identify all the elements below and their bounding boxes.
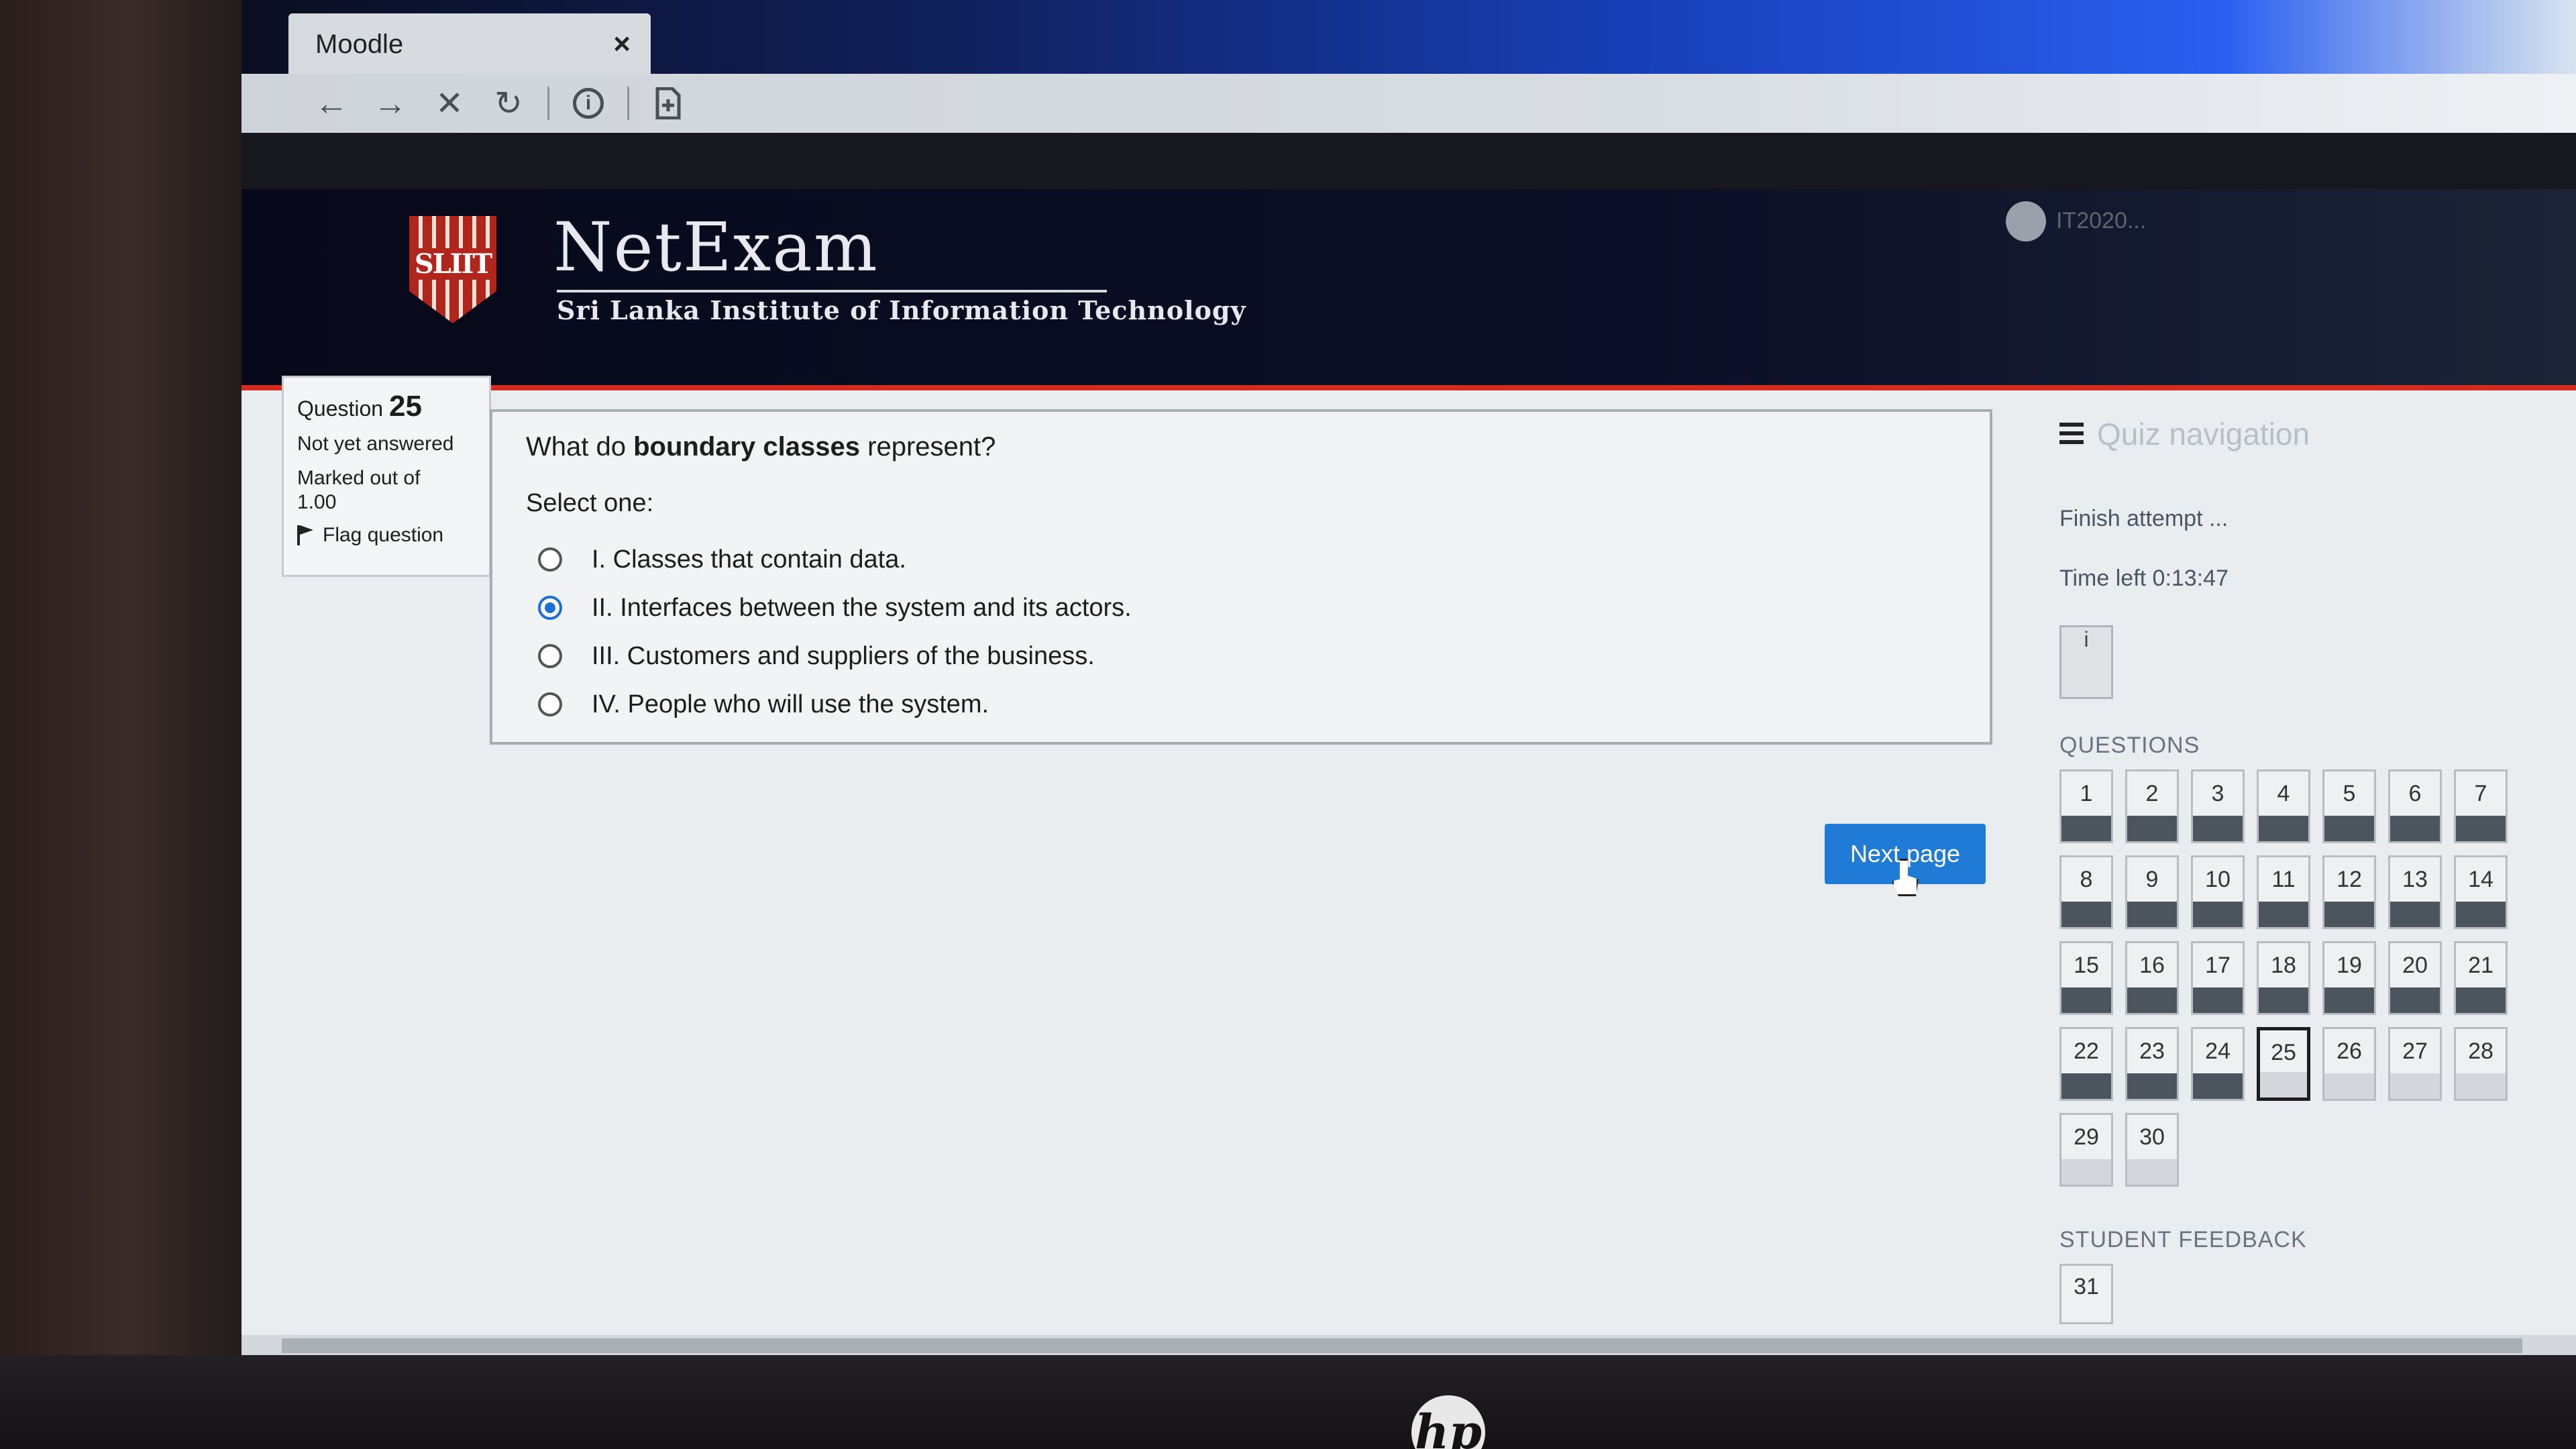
info-icon: i <box>573 88 604 119</box>
laptop-screen: Moodle × ← → ✕ ↻ i SLIIT NetExam Sri Lan… <box>241 0 2576 1362</box>
question-text-bold: boundary classes <box>633 432 861 462</box>
question-nav-button[interactable]: 9 <box>2125 855 2179 929</box>
info-cell[interactable]: i <box>2059 625 2113 699</box>
browser-tab[interactable]: Moodle × <box>288 13 651 75</box>
flag-question-button[interactable]: Flag question <box>297 524 476 547</box>
quiz-navigation-header: Quiz navigation <box>2059 416 2576 452</box>
question-nav-button[interactable]: 30 <box>2125 1113 2179 1187</box>
feedback-question-button[interactable]: 31 <box>2059 1264 2113 1324</box>
flag-icon <box>297 525 315 545</box>
question-nav-button[interactable]: 8 <box>2059 855 2113 929</box>
laptop-bezel <box>0 1355 2576 1449</box>
question-nav-button[interactable]: 3 <box>2191 769 2245 843</box>
student-feedback-heading: STUDENT FEEDBACK <box>2059 1227 2307 1252</box>
question-nav-button[interactable]: 11 <box>2257 855 2310 929</box>
quiz-navigation-panel: Quiz navigation Finish attempt ... Time … <box>2059 416 2576 1355</box>
brand-title: NetExam <box>553 208 879 286</box>
question-grid: 1 2 3 4 5 6 7 8 9 10 11 12 13 14 15 16 17 18 19 20 21 22 23 24 2… <box>2059 769 2576 1187</box>
finish-attempt-link[interactable]: Finish attempt ... <box>2059 506 2576 532</box>
answer-option-label: III. Customers and suppliers of the busi… <box>592 641 1095 670</box>
scrollbar-thumb[interactable] <box>282 1338 2522 1353</box>
answer-option-2[interactable]: II. Interfaces between the system and it… <box>538 584 1956 632</box>
marks-value: 1.00 <box>297 491 337 513</box>
page-info-button[interactable]: i <box>559 80 618 127</box>
browser-tab-bar: Moodle × <box>241 0 2576 75</box>
question-nav-button[interactable]: 23 <box>2125 1027 2179 1101</box>
question-nav-button[interactable]: 16 <box>2125 941 2179 1015</box>
question-nav-button[interactable]: 27 <box>2388 1027 2442 1101</box>
question-nav-button[interactable]: 10 <box>2191 855 2245 929</box>
question-label: Question <box>297 396 384 421</box>
radio-button[interactable] <box>538 644 562 668</box>
question-nav-button[interactable]: 29 <box>2059 1113 2113 1187</box>
marked-out-of-label: Marked out of <box>297 467 421 489</box>
flag-question-label: Flag question <box>323 524 444 546</box>
question-nav-button[interactable]: 14 <box>2454 855 2508 929</box>
time-left: Time left 0:13:47 <box>2059 566 2229 591</box>
radio-button-selected[interactable] <box>538 596 562 620</box>
question-nav-button[interactable]: 20 <box>2388 941 2442 1015</box>
question-text-part: What do <box>526 432 634 462</box>
radio-button[interactable] <box>538 547 562 572</box>
question-nav-button[interactable]: 18 <box>2257 941 2310 1015</box>
brand-divider <box>557 290 1107 292</box>
answer-option-label: I. Classes that contain data. <box>592 545 906 574</box>
close-tab-icon[interactable]: × <box>613 28 631 61</box>
question-nav-button[interactable]: 24 <box>2191 1027 2245 1101</box>
select-one-label: Select one: <box>526 489 654 517</box>
forward-arrow-icon[interactable]: → <box>361 80 420 127</box>
toolbar-divider <box>547 87 549 120</box>
question-nav-button[interactable]: 17 <box>2191 941 2245 1015</box>
question-text-part: represent? <box>860 432 996 462</box>
question-nav-button[interactable]: 6 <box>2388 769 2442 843</box>
quiz-navigation-title: Quiz navigation <box>2097 417 2310 451</box>
page-header: SLIIT NetExam Sri Lanka Institute of Inf… <box>241 189 2576 390</box>
address-bar-area <box>241 133 2576 189</box>
brand-subtitle: Sri Lanka Institute of Information Techn… <box>557 295 1246 325</box>
question-state: Not yet answered <box>297 433 454 455</box>
answer-option-label: II. Interfaces between the system and it… <box>592 593 1132 622</box>
question-nav-button[interactable]: 1 <box>2059 769 2113 843</box>
toolbar-divider <box>627 87 629 120</box>
question-nav-button[interactable]: 15 <box>2059 941 2113 1015</box>
stop-icon[interactable]: ✕ <box>420 80 479 127</box>
hamburger-menu-icon[interactable] <box>2059 423 2084 445</box>
browser-toolbar: ← → ✕ ↻ i <box>241 74 2576 133</box>
question-nav-button[interactable]: 25 <box>2257 1027 2310 1101</box>
radio-button[interactable] <box>538 692 562 716</box>
question-nav-button[interactable]: 22 <box>2059 1027 2113 1101</box>
question-number-value: 25 <box>388 390 422 423</box>
sliit-logo-text: SLIIT <box>409 248 496 280</box>
back-arrow-icon[interactable]: ← <box>302 80 361 127</box>
question-info-panel: Question 25 Not yet answered Marked out … <box>282 376 491 577</box>
question-nav-button[interactable]: 28 <box>2454 1027 2508 1101</box>
answer-option-3[interactable]: III. Customers and suppliers of the busi… <box>538 632 1956 680</box>
answer-option-4[interactable]: IV. People who will use the system. <box>538 680 1956 729</box>
question-text: What do boundary classes represent? <box>526 432 1956 462</box>
questions-heading: QUESTIONS <box>2059 733 2200 758</box>
question-number: Question 25 <box>297 390 476 423</box>
user-avatar[interactable] <box>2006 201 2046 241</box>
question-nav-button[interactable]: 4 <box>2257 769 2310 843</box>
answer-option-label: IV. People who will use the system. <box>592 690 989 718</box>
reload-icon[interactable]: ↻ <box>479 80 538 127</box>
question-nav-button[interactable]: 21 <box>2454 941 2508 1015</box>
question-nav-button[interactable]: 13 <box>2388 855 2442 929</box>
question-nav-button[interactable]: 12 <box>2322 855 2376 929</box>
answer-option-1[interactable]: I. Classes that contain data. <box>538 535 1956 584</box>
page-document-icon[interactable] <box>639 80 698 127</box>
question-nav-button[interactable]: 19 <box>2322 941 2376 1015</box>
question-grade: Marked out of 1.00 <box>297 466 476 515</box>
question-nav-button[interactable]: 5 <box>2322 769 2376 843</box>
question-content: What do boundary classes represent? Sele… <box>490 409 1992 745</box>
question-nav-button[interactable]: 7 <box>2454 769 2508 843</box>
tab-title: Moodle <box>315 29 404 59</box>
question-nav-button[interactable]: 26 <box>2322 1027 2376 1101</box>
question-nav-button[interactable]: 2 <box>2125 769 2179 843</box>
user-name[interactable]: IT2020... <box>2056 208 2146 234</box>
